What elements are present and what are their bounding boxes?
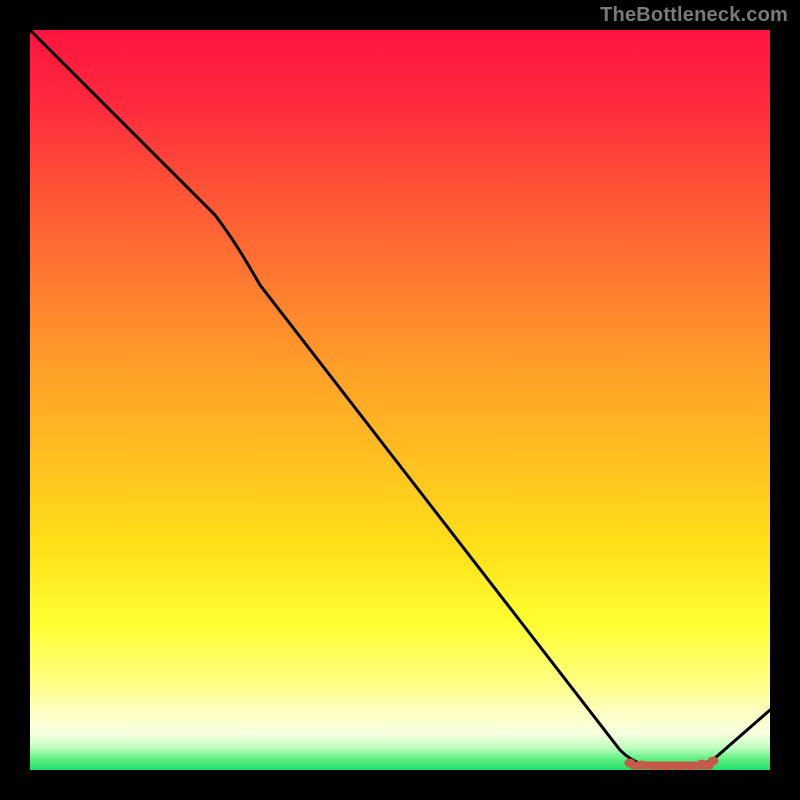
chart-frame: TheBottleneck.com [0, 0, 800, 800]
chart-overlay [30, 30, 770, 770]
plot-area [30, 30, 770, 770]
watermark-text: TheBottleneck.com [600, 4, 788, 27]
marker-cluster [625, 757, 718, 770]
bottleneck-curve [30, 30, 770, 768]
